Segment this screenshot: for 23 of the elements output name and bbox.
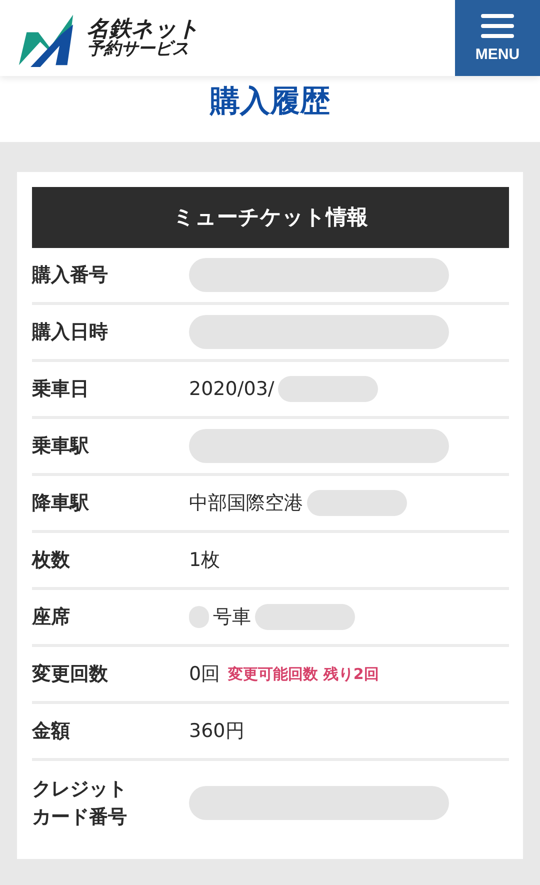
field-value: 360円 bbox=[189, 719, 244, 744]
field-label: 購入日時 bbox=[32, 320, 109, 345]
field-label: 変更回数 bbox=[32, 662, 109, 687]
field-label: 座席 bbox=[32, 604, 71, 630]
field-label: 枚数 bbox=[32, 548, 71, 573]
field-label: 降車駅 bbox=[32, 490, 90, 516]
field-value: 2020/03/ bbox=[189, 378, 274, 400]
field-value: 中部国際空港 bbox=[189, 491, 303, 516]
field-label: 乗車日 bbox=[32, 376, 90, 402]
field-label: 金額 bbox=[32, 718, 71, 744]
logo-text: 名鉄ネット bbox=[87, 18, 200, 41]
field-value: 1枚 bbox=[189, 548, 220, 573]
page-title: 購入履歴 bbox=[0, 76, 540, 142]
field-value: 0回 bbox=[189, 662, 220, 687]
field-label: クレジットカード番号 bbox=[32, 776, 128, 830]
menu-button[interactable]: MENU bbox=[455, 0, 540, 76]
card-heading: ミューチケット情報 bbox=[32, 187, 509, 248]
logo-subtext: 予約サービス bbox=[87, 40, 189, 58]
field-value: 号車 bbox=[213, 605, 251, 630]
field-label: 乗車駅 bbox=[32, 434, 90, 459]
field-label: 購入番号 bbox=[32, 262, 109, 288]
menu-icon bbox=[481, 14, 514, 38]
remaining-changes-note: 変更可能回数 残り2回 bbox=[228, 664, 379, 684]
